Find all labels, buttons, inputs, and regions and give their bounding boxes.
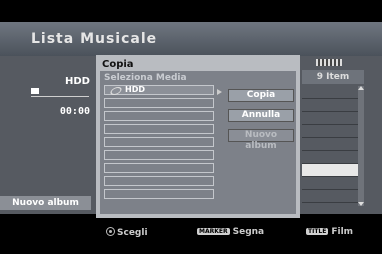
progress-line	[31, 96, 89, 97]
list-item[interactable]	[302, 112, 358, 125]
progress-marker	[31, 88, 39, 94]
list-item[interactable]	[302, 86, 358, 99]
right-panel: 9 Item	[300, 56, 366, 214]
enter-icon	[106, 227, 115, 236]
new-album-button[interactable]: Nuovo album	[228, 129, 294, 151]
list-item[interactable]	[302, 138, 358, 151]
list-item[interactable]	[302, 190, 358, 203]
title-key-icon: TITLE	[306, 228, 329, 235]
media-slot-hdd[interactable]: HDD	[104, 85, 214, 95]
copy-dialog: Copia Seleziona Media HDD Copia Annulla	[96, 55, 300, 218]
media-slot[interactable]	[104, 124, 214, 134]
media-list: HDD	[104, 85, 214, 202]
media-slot-label: HDD	[125, 85, 145, 94]
list-item[interactable]	[302, 99, 358, 112]
list-item[interactable]	[302, 125, 358, 138]
screen: Lista Musicale HDD 00:00 Nuovo album 9 I…	[0, 0, 382, 254]
legend-film: TITLE Film	[306, 227, 353, 237]
page-title: Lista Musicale	[31, 31, 158, 47]
legend-choose-label: Scegli	[117, 228, 148, 238]
cancel-button[interactable]: Annulla	[228, 109, 294, 122]
legend-choose: Scegli	[106, 227, 148, 238]
copy-button[interactable]: Copia	[228, 89, 294, 102]
media-slot[interactable]	[104, 137, 214, 147]
left-panel: HDD 00:00 Nuovo album	[0, 56, 96, 214]
list-item[interactable]	[302, 151, 358, 164]
footer-legend: Scegli MARKER Segna TITLE Film	[0, 218, 382, 254]
scroll-up-icon[interactable]	[358, 86, 364, 90]
media-slot[interactable]	[104, 111, 214, 121]
scroll-down-icon[interactable]	[358, 202, 364, 206]
scrollbar[interactable]	[358, 86, 364, 206]
new-album-left-button[interactable]: Nuovo album	[0, 196, 91, 210]
marker-key-icon: MARKER	[197, 228, 230, 235]
source-label: HDD	[65, 76, 90, 87]
title-bar: Lista Musicale	[0, 22, 382, 56]
time-display: 00:00	[59, 106, 90, 117]
media-slot[interactable]	[104, 98, 214, 108]
media-slot[interactable]	[104, 189, 214, 199]
media-slot[interactable]	[104, 163, 214, 173]
media-slot[interactable]	[104, 176, 214, 186]
dialog-subtitle: Seleziona Media	[104, 73, 187, 83]
dialog-content: Seleziona Media HDD Copia Annulla Nuovo …	[100, 71, 296, 214]
disc-icon	[108, 87, 124, 95]
media-slot[interactable]	[104, 150, 214, 160]
item-list	[302, 86, 358, 203]
legend-mark-label: Segna	[232, 227, 265, 237]
dialog-title: Copia	[102, 59, 134, 70]
legend-film-label: Film	[331, 227, 354, 237]
list-item-selected[interactable]	[302, 164, 358, 177]
legend-mark: MARKER Segna	[197, 227, 264, 237]
item-count-icon	[316, 59, 342, 66]
arrow-right-icon	[217, 89, 222, 95]
list-item[interactable]	[302, 177, 358, 190]
item-count: 9 Item	[302, 70, 364, 84]
